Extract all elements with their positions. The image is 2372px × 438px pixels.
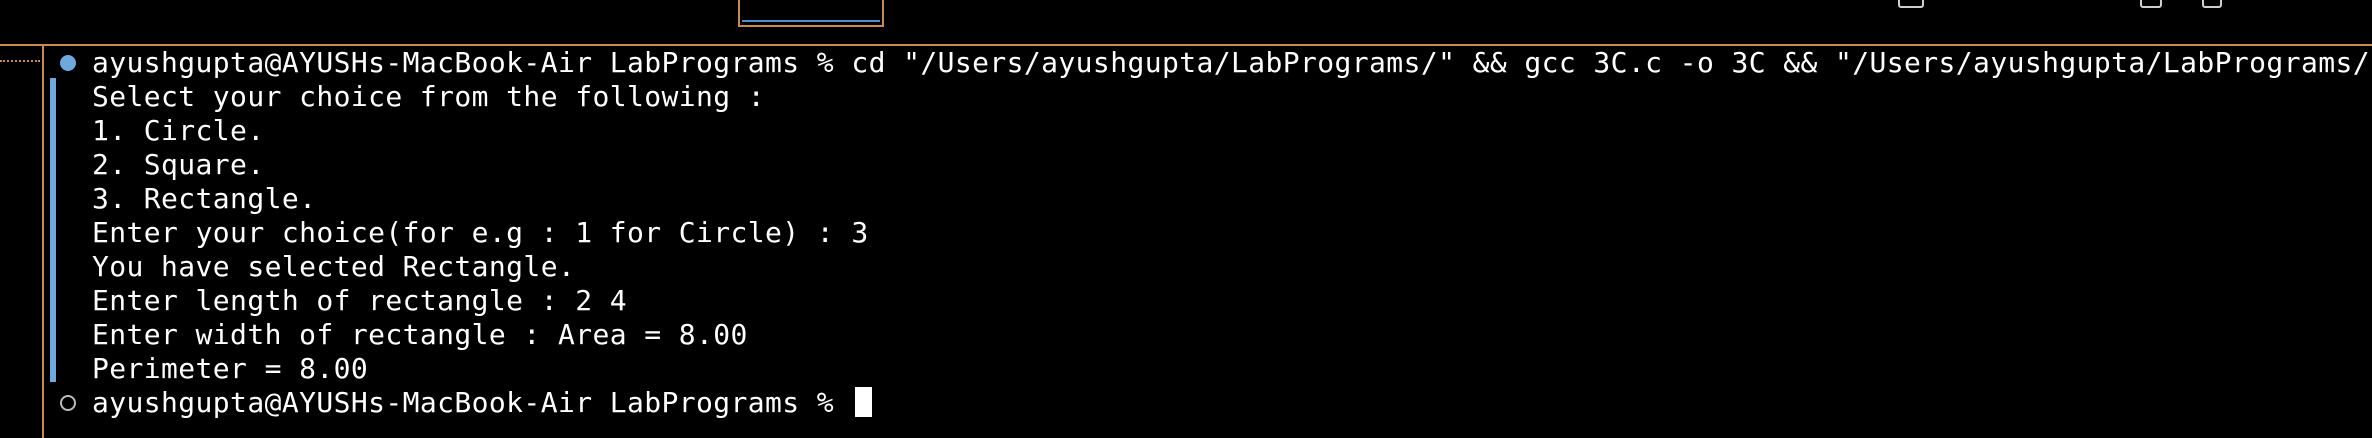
output-line: 2. Square. [92, 148, 265, 181]
output-line: Select your choice from the following : [92, 80, 766, 113]
command-success-icon[interactable] [60, 55, 76, 71]
output-line: 1. Circle. [92, 114, 265, 147]
output-line: Enter width of rectangle : Area = 8.00 [92, 318, 748, 351]
maximize-panel-icon[interactable] [1898, 0, 1924, 8]
output-line: 3. Rectangle. [92, 182, 317, 215]
previous-command-text: cd "/Users/ayushgupta/LabPrograms/" && g… [851, 46, 2372, 79]
output-line: You have selected Rectangle. [92, 250, 576, 283]
previous-prompt: ayushgupta@AYUSHs-MacBook-Air LabProgram… [92, 46, 852, 79]
current-prompt: ayushgupta@AYUSHs-MacBook-Air LabProgram… [92, 386, 852, 419]
output-line: Enter your choice(for e.g : 1 for Circle… [92, 216, 869, 249]
active-panel-tab[interactable] [738, 0, 884, 27]
sash-drag-indicator[interactable] [0, 60, 40, 62]
command-pending-icon[interactable] [60, 395, 76, 411]
previous-command-line: ayushgupta@AYUSHs-MacBook-Air LabProgram… [92, 46, 2372, 80]
output-line: Perimeter = 8.00 [92, 352, 369, 385]
current-command-line[interactable]: ayushgupta@AYUSHs-MacBook-Air LabProgram… [92, 386, 873, 420]
panel-tab-strip [0, 0, 2372, 44]
text-cursor [855, 387, 873, 417]
split-panel-icon[interactable] [2140, 0, 2162, 8]
output-line: Enter length of rectangle : 2 4 [92, 284, 627, 317]
close-panel-icon[interactable] [2202, 0, 2222, 8]
command-output-group-bar [50, 78, 56, 382]
active-tab-indicator [742, 20, 880, 22]
panel-left-border [42, 46, 44, 438]
